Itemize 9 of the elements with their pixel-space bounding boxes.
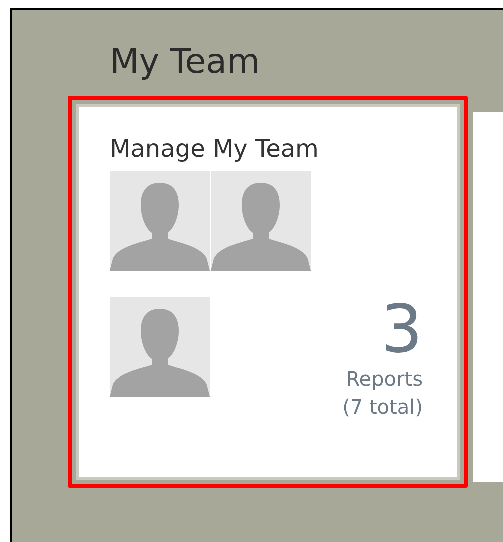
report-count: 3 [381,295,423,365]
tile-title: Manage My Team [110,134,320,165]
avatar-icon [110,171,210,271]
avatar-icon [211,171,311,271]
section-heading: My Team [110,41,262,84]
total-label: (7 total) [342,394,423,421]
team-tile[interactable]: Manage My Team 3 Reports (7 total) [76,104,460,480]
avatar-icon [110,296,210,396]
reports-label: Reports [346,366,423,393]
